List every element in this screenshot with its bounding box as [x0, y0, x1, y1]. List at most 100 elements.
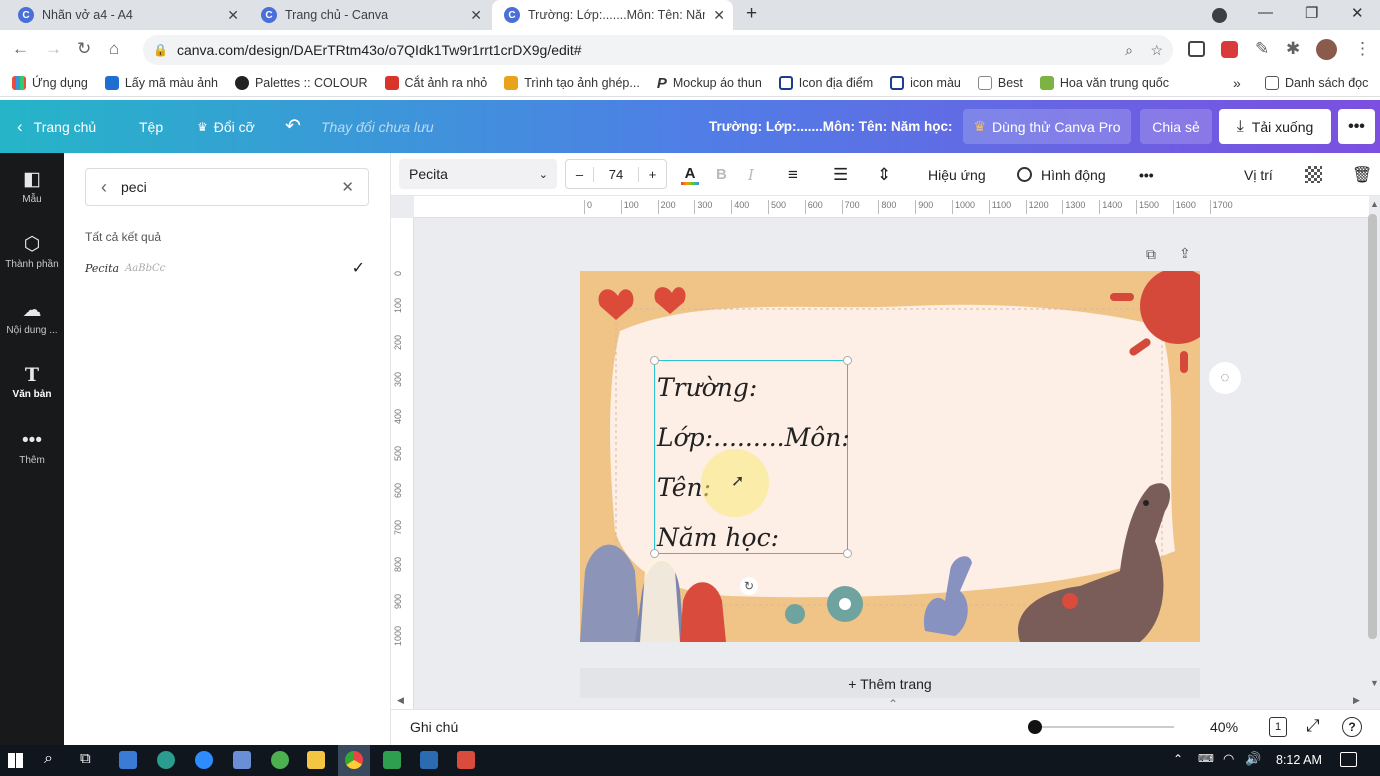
more-toolbar-icon[interactable]: ••• — [1139, 153, 1154, 196]
bookmark-item[interactable]: Palettes :: COLOUR — [234, 76, 368, 90]
url-field[interactable]: 🔒 canva.com/design/DAErTRtm43o/o7QIdk1Tw… — [143, 35, 1173, 65]
browser-tab-2[interactable]: C Trang chủ - Canva ✕ — [249, 0, 490, 30]
taskbar-app-icon[interactable] — [383, 751, 401, 769]
spacing-icon[interactable]: ⇕ — [877, 153, 891, 196]
zoom-slider[interactable] — [1028, 720, 1174, 734]
image-extension-icon[interactable] — [1188, 41, 1205, 57]
add-page-icon[interactable]: ⇪ — [1179, 245, 1191, 262]
rotate-handle-icon[interactable]: ↻ — [740, 577, 758, 595]
more-options-button[interactable]: ••• — [1338, 109, 1375, 144]
font-size-stepper[interactable]: – 74 + — [565, 159, 667, 189]
rail-item-more[interactable]: ••• Thêm — [0, 430, 64, 466]
search-icon[interactable]: ⌕ — [44, 750, 53, 768]
home-button[interactable]: ‹ Trang chủ — [17, 100, 96, 153]
taskbar-app-icon[interactable] — [119, 751, 137, 769]
font-result-item[interactable]: Pecita AaBbCc ✓ — [85, 257, 369, 279]
taskbar-app-icon[interactable] — [457, 751, 475, 769]
back-chevron-icon[interactable]: ‹ — [101, 177, 107, 198]
text-color-icon[interactable]: A — [681, 153, 699, 196]
scroll-left-icon[interactable]: ◀ — [397, 695, 404, 706]
reload-icon[interactable]: ↻ — [77, 39, 91, 59]
extensions-puzzle-icon[interactable]: ✱ — [1286, 39, 1300, 59]
minimize-icon[interactable]: — — [1258, 4, 1273, 21]
close-tab-icon[interactable]: ✕ — [227, 7, 239, 24]
bookmark-item[interactable]: Lấy mã màu ảnh — [104, 76, 218, 90]
browser-tab-1[interactable]: C Nhãn vở a4 - A4 ✕ — [6, 0, 247, 30]
reading-list-button[interactable]: Danh sách đọc — [1265, 76, 1368, 90]
increase-size-button[interactable]: + — [638, 166, 666, 182]
effects-button[interactable]: Hiệu ứng — [928, 153, 986, 196]
font-family-select[interactable]: Pecita ⌄ — [399, 159, 557, 189]
transparency-icon[interactable] — [1305, 153, 1322, 196]
duplicate-page-icon[interactable]: ⧉ — [1146, 246, 1156, 263]
forward-icon[interactable]: → — [45, 39, 62, 59]
zoom-slider-knob[interactable] — [1028, 720, 1042, 734]
clock-time[interactable]: 8:12 AM — [1276, 753, 1322, 767]
document-title[interactable]: Trường: Lớp:.......Môn: Tên: Năm học: — [709, 100, 952, 153]
notifications-icon[interactable] — [1340, 752, 1357, 767]
scroll-up-icon[interactable]: ▲ — [1370, 199, 1379, 209]
rail-item-templates[interactable]: ◧ Mẫu — [0, 168, 64, 205]
design-page[interactable]: Trường: Lớp:.........Môn: Tên: Năm học: … — [580, 271, 1200, 642]
tab-search-icon[interactable] — [1212, 8, 1227, 23]
fullscreen-icon[interactable]: ⤢ — [1306, 716, 1320, 736]
wifi-icon[interactable]: ◠ — [1223, 751, 1234, 767]
bookmark-item[interactable]: Ứng dụng — [12, 76, 88, 90]
chrome-taskbar-item[interactable] — [338, 745, 370, 776]
bookmark-item[interactable]: icon màu — [890, 76, 961, 90]
start-icon[interactable] — [8, 753, 23, 768]
clear-search-icon[interactable]: ✕ — [341, 178, 354, 196]
file-explorer-icon[interactable] — [307, 751, 325, 769]
task-view-icon[interactable]: ⧉ — [80, 750, 91, 767]
font-size-input[interactable]: 74 — [594, 167, 638, 182]
animate-button[interactable]: Hình động — [1017, 153, 1106, 196]
rail-item-uploads[interactable]: ☁ Nội dung ... — [0, 299, 64, 336]
page-count-icon[interactable]: 1 — [1269, 717, 1287, 737]
comment-icon[interactable]: ◌ — [1209, 362, 1241, 394]
home-icon[interactable]: ⌂ — [109, 39, 119, 59]
messenger-icon[interactable] — [195, 751, 213, 769]
collapse-notes-icon[interactable]: ⌃ — [888, 697, 898, 709]
rail-item-text[interactable]: T Văn bản — [0, 364, 64, 400]
profile-avatar[interactable] — [1316, 39, 1337, 60]
bold-icon[interactable]: B — [716, 153, 727, 196]
bookmark-item[interactable]: Trình tạo ảnh ghép... — [504, 76, 640, 90]
scroll-right-icon[interactable]: ▶ — [1353, 695, 1360, 706]
list-icon[interactable]: ☰ — [833, 153, 848, 196]
taskbar-app-icon[interactable] — [271, 751, 289, 769]
taskbar-app-icon[interactable] — [233, 751, 251, 769]
bookmark-star-icon[interactable]: ☆ — [1150, 42, 1163, 59]
help-icon[interactable]: ? — [1342, 717, 1362, 737]
position-button[interactable]: Vị trí — [1244, 153, 1273, 196]
taskbar-app-icon[interactable] — [420, 751, 438, 769]
edge-icon[interactable] — [157, 751, 175, 769]
scroll-down-icon[interactable]: ▼ — [1370, 678, 1379, 688]
bookmark-item[interactable]: Best — [977, 76, 1023, 90]
delete-icon[interactable]: 🗑 — [1352, 153, 1372, 196]
bookmark-item[interactable]: Hoa văn trung quốc — [1039, 76, 1169, 90]
share-button[interactable]: Chia sẻ — [1140, 109, 1212, 144]
align-left-icon[interactable]: ≡ — [788, 153, 798, 196]
vertical-scrollbar[interactable] — [1368, 214, 1377, 639]
italic-icon[interactable]: I — [748, 153, 754, 196]
file-menu-button[interactable]: Tệp — [139, 100, 163, 153]
close-tab-icon[interactable]: ✕ — [470, 7, 482, 24]
bookmarks-more-icon[interactable]: » — [1233, 75, 1241, 91]
bookmark-item[interactable]: P Mockup áo thun — [657, 75, 762, 92]
back-icon[interactable]: ← — [12, 39, 29, 59]
keyboard-icon[interactable]: ⌨ — [1198, 752, 1214, 765]
download-button[interactable]: ⤓ Tải xuống — [1219, 109, 1331, 144]
undo-icon[interactable]: ↶ — [285, 100, 301, 153]
bookmark-item[interactable]: Icon địa điểm — [778, 76, 873, 90]
zoom-icon[interactable]: ⌕ — [1125, 42, 1133, 59]
eyedropper-icon[interactable]: ✎ — [1255, 39, 1269, 59]
browser-menu-icon[interactable]: ⋮ — [1354, 39, 1371, 59]
decrease-size-button[interactable]: – — [566, 166, 594, 182]
new-tab-icon[interactable]: + — [746, 3, 757, 25]
zoom-level[interactable]: 40% — [1210, 719, 1238, 735]
browser-tab-3[interactable]: C Trường: Lớp:.......Môn: Tên: Năm học: … — [492, 0, 733, 30]
close-tab-icon[interactable]: ✕ — [713, 7, 725, 24]
try-canva-pro-button[interactable]: ♛ Dùng thử Canva Pro — [963, 109, 1131, 144]
add-page-button[interactable]: + Thêm trang — [580, 668, 1200, 698]
recorder-extension-icon[interactable] — [1221, 41, 1238, 58]
